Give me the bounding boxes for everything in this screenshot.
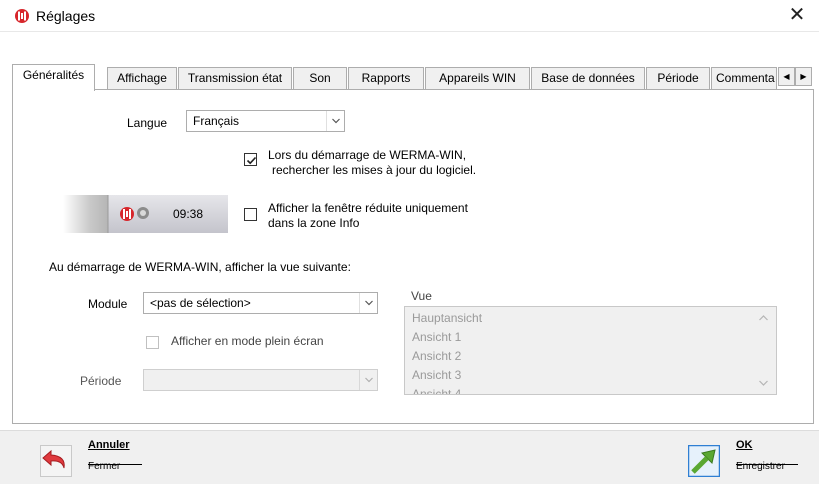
- update-check-line1: Lors du démarrage de WERMA-WIN,: [268, 148, 467, 162]
- undo-arrow-icon: [40, 445, 72, 477]
- werma-logo-icon: [15, 9, 29, 23]
- update-check-line2: rechercher les mises à jour du logiciel.: [272, 163, 477, 177]
- chevron-down-icon: [359, 293, 377, 313]
- tab-transmission-etat[interactable]: Transmission état: [178, 67, 292, 89]
- chevron-down-icon: [359, 370, 377, 390]
- language-value: Français: [193, 114, 240, 128]
- tray-only-checkbox[interactable]: [244, 208, 257, 221]
- close-icon[interactable]: ✕: [785, 4, 809, 28]
- list-item[interactable]: Hauptansicht: [412, 311, 482, 325]
- fullscreen-checkbox[interactable]: [146, 336, 159, 349]
- tab-rapports[interactable]: Rapports: [348, 67, 424, 89]
- cancel-label: Annuler: [88, 439, 130, 451]
- list-item[interactable]: Ansicht 2: [412, 349, 461, 363]
- ok-divider: [736, 464, 798, 465]
- button-bar: Annuler Fermer OK Enregistrer: [0, 430, 819, 484]
- update-check-checkbox[interactable]: [244, 153, 257, 166]
- cancel-sublabel: Fermer: [88, 461, 121, 472]
- period-select[interactable]: [143, 369, 378, 391]
- module-select[interactable]: <pas de sélection>: [143, 292, 378, 314]
- title-bar: Réglages ✕: [0, 0, 819, 32]
- tray-only-line2: dans la zone Info: [268, 216, 360, 230]
- module-label: Module: [88, 297, 128, 311]
- ok-button[interactable]: OK Enregistrer: [688, 437, 808, 481]
- period-label: Période: [80, 374, 122, 388]
- view-label: Vue: [411, 289, 432, 303]
- module-value: <pas de sélection>: [150, 296, 251, 310]
- tab-scroll-left-icon[interactable]: ◀: [778, 67, 795, 86]
- scroll-down-icon[interactable]: [759, 380, 768, 386]
- tab-appareils-win[interactable]: Appareils WIN: [425, 67, 530, 89]
- ok-arrow-icon: [688, 445, 720, 477]
- language-select[interactable]: Français: [186, 110, 345, 132]
- startup-view-heading: Au démarrage de WERMA-WIN, afficher la v…: [49, 260, 351, 274]
- view-listbox[interactable]: Hauptansicht Ansicht 1 Ansicht 2 Ansicht…: [404, 306, 777, 395]
- cancel-button[interactable]: Annuler Fermer: [38, 437, 148, 481]
- ok-sublabel: Enregistrer: [736, 461, 785, 472]
- list-item[interactable]: Ansicht 1: [412, 330, 461, 344]
- window-title: Réglages: [36, 8, 96, 24]
- ok-label: OK: [736, 439, 753, 451]
- tab-strip: Généralités Affichage Transmission état …: [12, 64, 814, 91]
- tray-preview-time: 09:38: [173, 207, 204, 221]
- tab-base-de-donnees[interactable]: Base de données: [531, 67, 645, 89]
- tab-affichage[interactable]: Affichage: [107, 67, 177, 89]
- language-label: Langue: [127, 116, 168, 130]
- tab-son[interactable]: Son: [293, 67, 347, 89]
- tray-preview-image: [63, 195, 228, 233]
- chevron-down-icon: [326, 111, 344, 131]
- tab-periode[interactable]: Période: [646, 67, 710, 89]
- tab-scroll-right-icon[interactable]: ▶: [795, 67, 812, 86]
- tray-only-line1: Afficher la fenêtre réduite uniquement: [268, 201, 468, 215]
- list-item[interactable]: Ansicht 3: [412, 368, 461, 382]
- cancel-divider: [88, 464, 142, 465]
- scroll-up-icon[interactable]: [759, 315, 768, 321]
- tab-commentaires[interactable]: Commenta: [711, 67, 777, 89]
- fullscreen-label: Afficher en mode plein écran: [171, 334, 324, 348]
- list-item[interactable]: Ansicht 4: [412, 387, 461, 394]
- tab-generalites[interactable]: Généralités: [12, 64, 95, 91]
